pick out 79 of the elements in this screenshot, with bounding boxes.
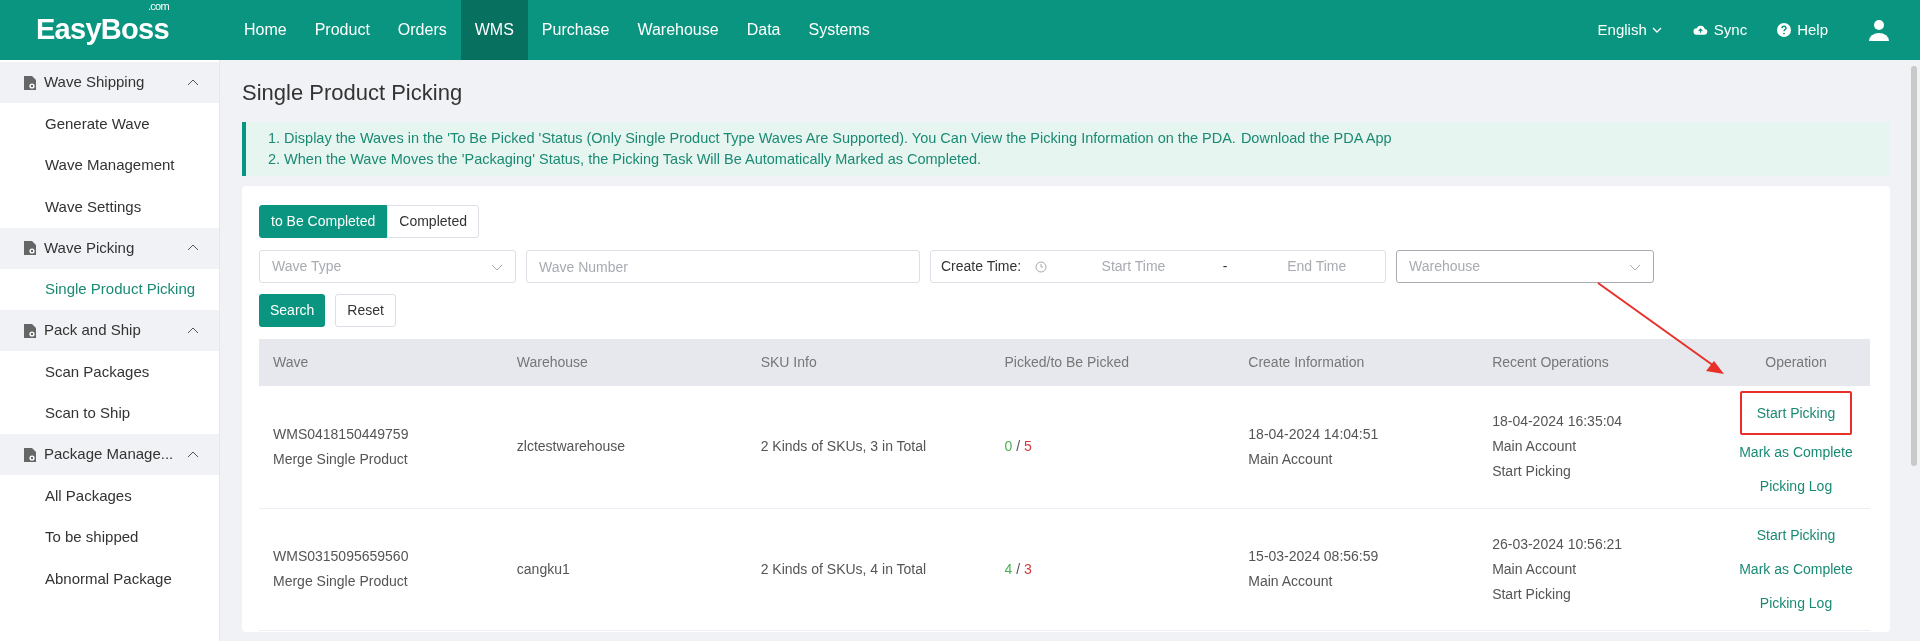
nav-tab[interactable]: Product (300, 0, 384, 60)
page-title: Single Product Picking (242, 79, 464, 107)
reset-button[interactable]: Reset (335, 294, 396, 327)
column-header: Wave (273, 354, 309, 370)
download-app-link[interactable]: Download the PDA App (1240, 128, 1392, 149)
warehouse-select[interactable]: Warehouse (1396, 250, 1654, 283)
document-gear-icon (24, 323, 36, 338)
nav-tab[interactable]: WMS (460, 0, 528, 60)
cloud-icon (1692, 24, 1708, 36)
creator-name: Main Account (1248, 572, 1334, 591)
recent-action: Start Picking (1492, 462, 1572, 482)
wave-type: Merge Single Product (273, 572, 409, 591)
filter-tab[interactable]: Completed (387, 205, 479, 238)
sidebar-section[interactable]: Package Manage... (0, 434, 219, 475)
sidebar-section[interactable]: Wave Shipping (0, 62, 219, 103)
sidebar-item[interactable]: Scan Packages (0, 351, 219, 393)
wave-number-field[interactable]: Wave Number (526, 250, 920, 283)
search-button[interactable]: Search (259, 294, 326, 327)
document-gear-icon (24, 75, 36, 90)
sku-info: 2 Kinds of SKUs, 3 in Total (760, 437, 928, 457)
creator-name: Main Account (1248, 449, 1334, 469)
create-time-range[interactable]: Create Time: Start Time - End Time (930, 250, 1386, 283)
recent-action: Start Picking (1492, 584, 1572, 604)
operation-link[interactable]: Mark as Complete (1722, 552, 1870, 586)
operation-link[interactable]: Start Picking (1739, 518, 1853, 552)
language-dropdown[interactable]: English (1597, 18, 1663, 42)
operation-link[interactable]: Mark as Complete (1722, 434, 1870, 469)
nav-tab[interactable]: Orders (383, 0, 461, 60)
operation-link[interactable]: Picking Log (1742, 586, 1850, 620)
document-gear-icon (24, 447, 36, 462)
operation-link[interactable]: Start Picking (1739, 390, 1853, 435)
sidebar-item[interactable]: Wave Settings (0, 186, 219, 228)
wave-number: WMS0418150449759 (273, 424, 410, 444)
column-header: SKU Info (760, 354, 817, 370)
notice-text: 1. Display the Waves in the 'To Be Picked 'Status (Only Single Product Type Waves Are Supported). You Can View the Picking Information on the PDA. (268, 129, 1236, 148)
sidebar-item[interactable]: Abnormal Package (0, 558, 219, 600)
sidebar-section[interactable]: Wave Picking (0, 227, 219, 269)
operation-link[interactable]: Picking Log (1742, 468, 1850, 503)
sidebar-item[interactable]: To be shipped (0, 516, 219, 558)
create-time: 18-04-2024 14:04:51 (1248, 424, 1380, 444)
sync-button[interactable]: Sync (1692, 18, 1748, 42)
nav-tab[interactable]: Systems (794, 0, 884, 60)
document-gear-icon (24, 241, 36, 255)
recent-time: 26-03-2024 10:56:21 (1492, 534, 1624, 554)
operator-name: Main Account (1492, 437, 1578, 457)
sidebar-section[interactable]: Pack and Ship (0, 310, 219, 351)
column-header: Picked/to Be Picked (1004, 354, 1129, 370)
column-header: Operation (1765, 354, 1827, 370)
logo-text[interactable]: EasyBoss (36, 13, 169, 46)
sidebar-item[interactable]: All Packages (0, 475, 219, 517)
operator-name: Main Account (1492, 559, 1578, 579)
sku-info: 2 Kinds of SKUs, 4 in Total (760, 559, 928, 579)
sidebar-item[interactable]: Wave Management (0, 144, 219, 186)
sidebar-item[interactable]: Scan to Ship (0, 392, 219, 434)
wave-type: Merge Single Product (273, 449, 409, 469)
sidebar-item[interactable]: Single Product Picking (0, 268, 219, 310)
column-header: Warehouse (516, 354, 588, 370)
column-header: Create Information (1248, 354, 1365, 370)
nav-tab[interactable]: Home (230, 0, 301, 60)
filter-tab[interactable]: to Be Completed (259, 205, 388, 238)
sidebar-item[interactable]: Generate Wave (0, 103, 219, 145)
user-icon[interactable] (1868, 19, 1890, 41)
nav-tab[interactable]: Purchase (527, 0, 624, 60)
logo-suffix: .com (147, 0, 169, 13)
picked-count: 0 / 5 (1004, 438, 1032, 455)
warehouse-name: zlctestwarehouse (516, 437, 626, 457)
clock-icon (1035, 260, 1048, 273)
wave-number: WMS0315095659560 (273, 547, 410, 566)
notice-text: 2. When the Wave Moves the 'Packaging' Status, the Picking Task Will Be Automatically Marked as Completed. (268, 151, 982, 167)
help-icon (1777, 23, 1792, 37)
nav-tab[interactable]: Data (732, 0, 795, 60)
help-button[interactable]: Help (1777, 18, 1828, 42)
warehouse-name: cangku1 (516, 559, 571, 579)
picked-count: 4 / 3 (1004, 560, 1032, 577)
create-time: 15-03-2024 08:56:59 (1248, 547, 1380, 566)
wave-type-select[interactable]: Wave Type (259, 250, 516, 283)
nav-tab[interactable]: Warehouse (623, 0, 733, 60)
recent-time: 18-04-2024 16:35:04 (1492, 412, 1624, 432)
column-header: Recent Operations (1492, 354, 1609, 370)
